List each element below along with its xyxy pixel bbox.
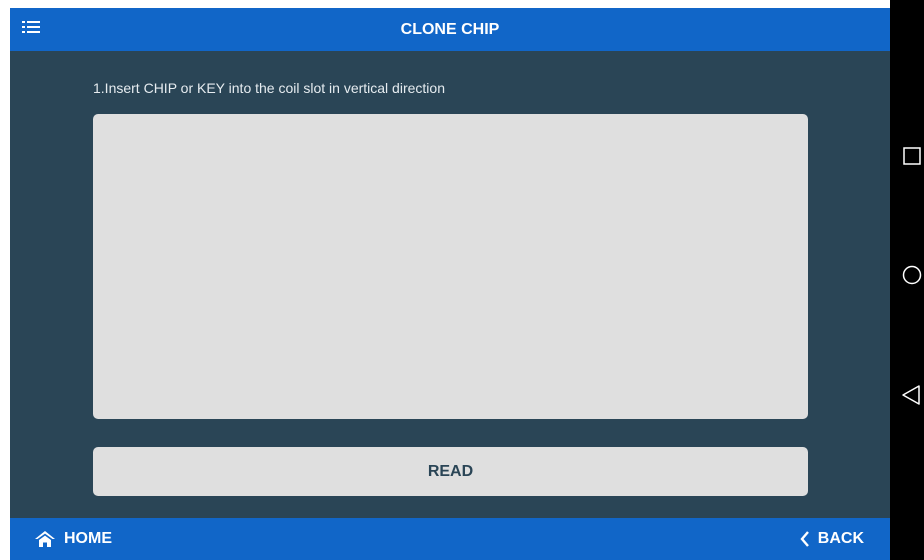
home-circle-icon xyxy=(902,265,922,285)
instruction-text: 1.Insert CHIP or KEY into the coil slot … xyxy=(93,80,445,96)
page-title: CLONE CHIP xyxy=(400,21,500,38)
back-triangle-icon xyxy=(902,385,920,405)
app-screen: CLONE CHIP 1.Insert CHIP or KEY into the… xyxy=(10,8,890,560)
home-label: HOME xyxy=(64,530,112,547)
recents-button[interactable] xyxy=(903,147,921,170)
system-back-button[interactable] xyxy=(901,384,921,411)
bottom-bar: HOME BACK xyxy=(10,518,890,560)
back-label: BACK xyxy=(817,530,864,547)
system-nav-bar xyxy=(890,0,924,560)
back-button[interactable]: BACK xyxy=(800,518,864,560)
recents-square-icon xyxy=(903,147,921,165)
chevron-left-icon xyxy=(800,531,809,547)
home-button[interactable]: HOME xyxy=(34,518,112,560)
chip-image-panel xyxy=(93,114,808,419)
read-button[interactable]: READ xyxy=(93,447,808,496)
system-home-button[interactable] xyxy=(902,265,922,290)
home-icon xyxy=(35,531,55,547)
top-bar: CLONE CHIP xyxy=(10,8,890,51)
